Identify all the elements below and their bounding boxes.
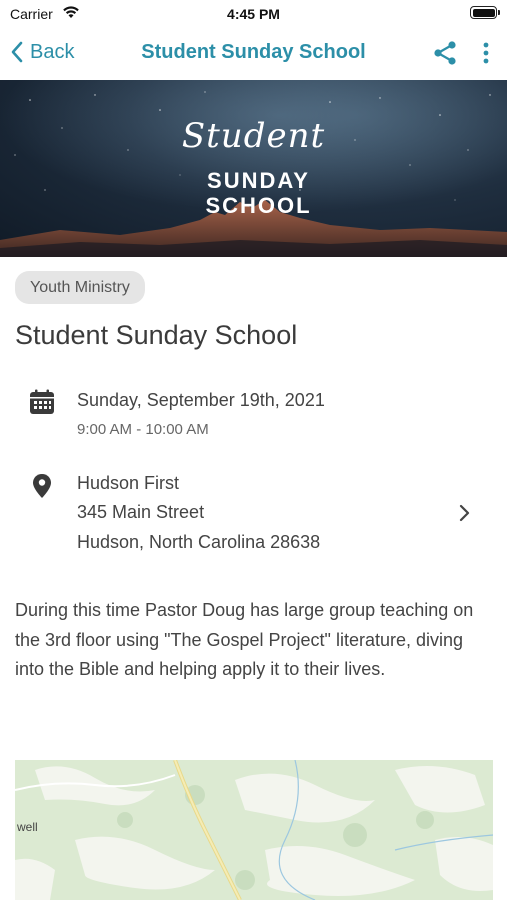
map-place-label: well — [17, 820, 38, 834]
location-map[interactable]: well — [15, 760, 493, 900]
navigation-bar: Back Student Sunday School — [0, 30, 507, 78]
banner-script-title: Student — [181, 116, 326, 156]
status-bar: Carrier 4:45 PM — [0, 0, 507, 30]
event-banner-image: Student SUNDAY SCHOOL — [0, 80, 507, 257]
banner-title-line1: SUNDAY — [207, 168, 310, 193]
back-label: Back — [30, 40, 75, 63]
banner-title-line2: SCHOOL — [205, 193, 312, 218]
location-city: Hudson, North Carolina 28638 — [77, 532, 321, 552]
location-pin-icon — [33, 474, 51, 498]
clock-label: 4:45 PM — [227, 6, 280, 22]
event-description: During this time Pastor Doug has large g… — [15, 600, 474, 679]
event-title: Student Sunday School — [15, 320, 298, 350]
page-title: Student Sunday School — [141, 41, 366, 63]
back-button[interactable]: Back — [10, 40, 74, 64]
share-icon[interactable] — [433, 40, 457, 66]
chevron-right-icon[interactable] — [457, 504, 471, 522]
chevron-left-icon — [11, 41, 23, 63]
battery-icon — [470, 6, 500, 19]
location-name: Hudson First — [77, 473, 180, 493]
category-tag: Youth Ministry — [15, 271, 145, 304]
event-time: 9:00 AM - 10:00 AM — [77, 421, 209, 438]
event-date: Sunday, September 19th, 2021 — [77, 390, 325, 410]
map-terrain — [15, 760, 493, 900]
location-street: 345 Main Street — [77, 502, 205, 522]
more-vertical-icon[interactable] — [481, 41, 491, 65]
calendar-icon — [30, 389, 54, 414]
